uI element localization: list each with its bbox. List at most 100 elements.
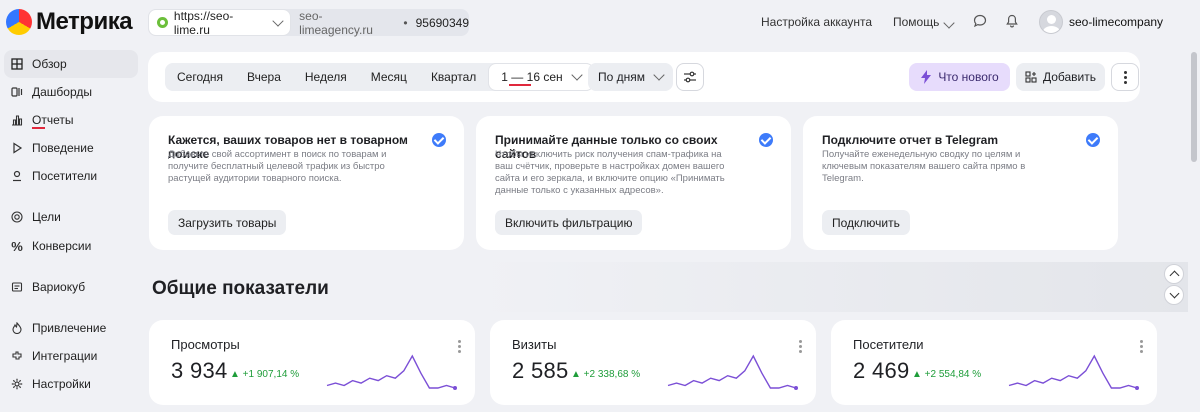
site-url: https://seo-lime.ru [173, 8, 234, 37]
period-selector: Сегодня Вчера Неделя Месяц Квартал 1 — 1… [165, 63, 594, 91]
sidebar-item-overview[interactable]: Обзор [4, 50, 138, 78]
date-range-picker[interactable]: 1 — 16 сен [488, 63, 594, 91]
chevron-down-icon [653, 69, 665, 81]
whats-new-button[interactable]: Что нового [909, 63, 1010, 91]
metric-menu-button[interactable] [1140, 340, 1143, 353]
metric-delta: ▲ +1 907,14 % [230, 369, 300, 380]
section-header-band [476, 262, 1188, 312]
sliders-icon [684, 71, 696, 83]
more-vertical-icon [799, 340, 802, 353]
filter-settings-button[interactable] [676, 63, 704, 91]
metrika-logo-icon [6, 9, 32, 35]
sidebar-item-settings[interactable]: Настройки [4, 370, 138, 398]
chevron-down-icon[interactable] [943, 15, 955, 30]
more-options-button[interactable] [1111, 63, 1139, 91]
sidebar-item-label: Поведение [32, 141, 94, 155]
period-quarter[interactable]: Квартал [419, 63, 488, 91]
bell-icon[interactable] [1005, 14, 1019, 28]
scroll-up-button[interactable] [1164, 264, 1184, 284]
period-month[interactable]: Месяц [359, 63, 419, 91]
sidebar-item-goals[interactable]: Цели [4, 203, 138, 231]
check-icon [759, 133, 773, 147]
sparkline-last-point [1135, 386, 1139, 390]
metrika-logo[interactable]: Метрика [6, 8, 133, 36]
sidebar-item-dashboards[interactable]: Дашборды [4, 78, 138, 106]
chat-icon[interactable] [973, 14, 987, 28]
promo-card-telegram: Подключите отчет в Telegram Получайте еж… [803, 116, 1118, 250]
help-link[interactable]: Помощь [893, 15, 939, 29]
top-header: Метрика https://seo-lime.ru seo-limeagen… [0, 0, 1200, 44]
sidebar-item-label: Обзор [32, 57, 67, 71]
site-name: seo-limeagency.ru [299, 8, 373, 37]
reports-underline [32, 127, 45, 129]
sidebar-item-label: Интеграции [32, 349, 98, 363]
scroll-down-button[interactable] [1164, 285, 1184, 305]
grouping-dropdown[interactable]: По дням [588, 63, 674, 91]
scrollbar-thumb[interactable] [1191, 52, 1197, 162]
sidebar-item-variocube[interactable]: Вариокуб [4, 273, 138, 301]
flame-icon [10, 321, 24, 335]
metric-card-visits[interactable]: Визиты 2 585 ▲ +2 338,68 % [490, 320, 816, 405]
sidebar-item-label: Отчеты [32, 113, 74, 127]
sparkline [1008, 354, 1139, 390]
metric-value: 2 585 [512, 358, 569, 383]
metric-card-visitors[interactable]: Посетители 2 469 ▲ +2 554,84 % [831, 320, 1157, 405]
upload-products-button[interactable]: Загрузить товары [168, 210, 287, 235]
chevron-up-icon [1169, 270, 1179, 281]
integrations-icon [10, 349, 24, 363]
sidebar-item-behavior[interactable]: Поведение [4, 134, 138, 162]
more-vertical-icon [458, 340, 461, 353]
reports-icon [10, 113, 24, 127]
metric-value: 3 934 [171, 358, 228, 383]
add-button[interactable]: Добавить [1016, 63, 1105, 91]
promo-title: Подключите отчет в Telegram [822, 133, 998, 147]
separator: • [403, 15, 408, 30]
chevron-down-icon [1169, 288, 1179, 299]
sidebar-item-conversions[interactable]: % Конверсии [4, 232, 138, 260]
period-week[interactable]: Неделя [293, 63, 359, 91]
sparkline-last-point [794, 386, 798, 390]
visitor-icon [10, 169, 24, 183]
metric-menu-button[interactable] [799, 340, 802, 353]
metric-card-pageviews[interactable]: Просмотры 3 934 ▲ +1 907,14 % [149, 320, 475, 405]
variocube-icon [10, 280, 24, 294]
sparkline [326, 354, 457, 390]
percent-icon: % [11, 238, 23, 254]
period-toolbar: Сегодня Вчера Неделя Месяц Квартал 1 — 1… [148, 52, 1140, 102]
sidebar-item-acquisition[interactable]: Привлечение [4, 314, 138, 342]
sparkline-path [1008, 354, 1138, 389]
user-avatar[interactable] [1039, 10, 1063, 34]
user-name[interactable]: seo-limecompany [1069, 15, 1163, 29]
page-scrollbar[interactable] [1188, 0, 1200, 412]
add-widget-icon [1025, 71, 1037, 83]
dashboards-icon [10, 85, 24, 99]
promo-card-products: Кажется, ваших товаров нет в товарном по… [149, 116, 464, 250]
sidebar-item-label: Посетители [32, 169, 98, 183]
sidebar-item-visitors[interactable]: Посетители [4, 162, 138, 190]
account-settings-link[interactable]: Настройка аккаунта [761, 15, 872, 29]
section-title: Общие показатели [152, 278, 329, 299]
sparkline [667, 354, 798, 390]
promo-text: Получайте еженедельную сводку по целям и… [822, 149, 1026, 184]
sidebar-item-label: Цели [32, 210, 61, 224]
connect-telegram-button[interactable]: Подключить [822, 210, 910, 235]
metric-label: Просмотры [171, 337, 240, 352]
chevron-down-icon [272, 14, 284, 27]
sparkline-path [326, 354, 456, 389]
period-today[interactable]: Сегодня [165, 63, 235, 91]
sidebar-item-integrations[interactable]: Интеграции [4, 342, 138, 370]
period-yesterday[interactable]: Вчера [235, 63, 293, 91]
chevron-down-icon [570, 69, 583, 81]
sparkline-last-point [453, 386, 457, 390]
more-vertical-icon [1140, 340, 1143, 353]
metric-value: 2 469 [853, 358, 910, 383]
date-range-underline [509, 84, 531, 86]
promo-text: Добавьте свой ассортимент в поиск по тов… [168, 149, 387, 184]
metric-delta: ▲ +2 338,68 % [571, 369, 641, 380]
enable-filtering-button[interactable]: Включить фильтрацию [495, 210, 643, 235]
site-selector[interactable]: https://seo-lime.ru seo-limeagency.ru • … [148, 8, 469, 37]
metric-menu-button[interactable] [458, 340, 461, 353]
grid-icon [10, 57, 24, 71]
sidebar-item-reports[interactable]: Отчеты [4, 106, 138, 134]
site-url-dropdown[interactable]: https://seo-lime.ru [148, 8, 292, 37]
